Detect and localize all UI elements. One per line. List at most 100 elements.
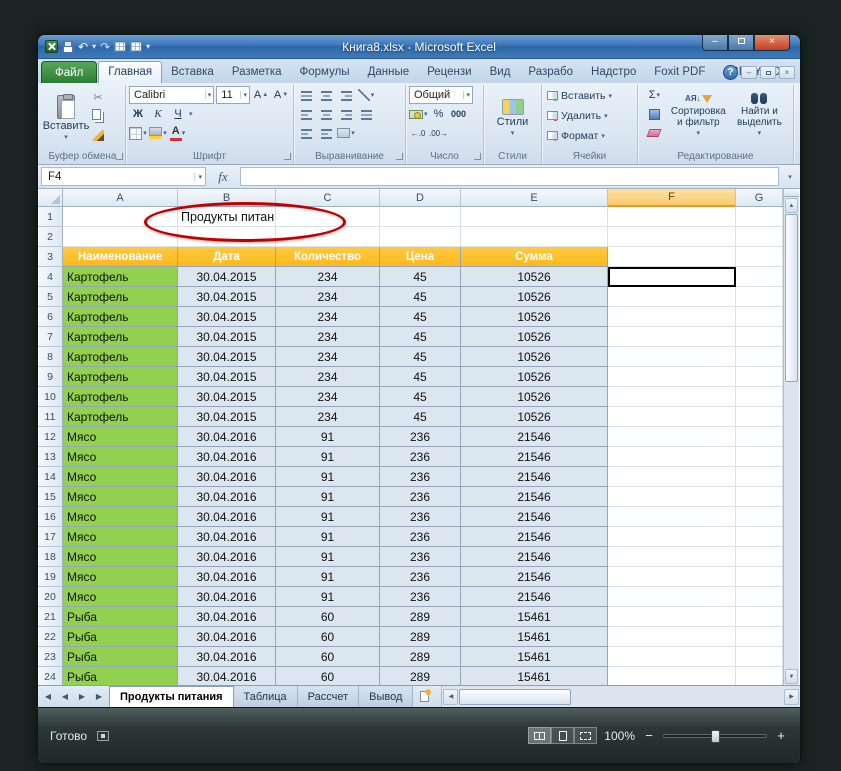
cell-G16[interactable] xyxy=(736,507,783,527)
workbook-close-icon[interactable]: × xyxy=(779,66,795,79)
cell-C16[interactable]: 91 xyxy=(276,507,380,527)
column-header-F[interactable]: F xyxy=(608,189,736,207)
cell-E13[interactable]: 21546 xyxy=(461,447,608,467)
scroll-right-icon[interactable]: ▶ xyxy=(784,689,799,705)
cell-F19[interactable] xyxy=(608,567,736,587)
name-box[interactable]: F4▾ xyxy=(41,167,206,186)
cell-G15[interactable] xyxy=(736,487,783,507)
cell-C3[interactable]: Количество xyxy=(276,247,380,267)
scroll-down-icon[interactable]: ▼ xyxy=(785,669,798,684)
cell-F11[interactable] xyxy=(608,407,736,427)
cell-A16[interactable]: Мясо xyxy=(63,507,178,527)
cell-F18[interactable] xyxy=(608,547,736,567)
cell-A20[interactable]: Мясо xyxy=(63,587,178,607)
row-header-2[interactable]: 2 xyxy=(38,227,63,247)
cell-A1[interactable] xyxy=(63,207,178,227)
cell-F4[interactable] xyxy=(608,267,736,287)
cell-B5[interactable]: 30.04.2015 xyxy=(178,287,276,307)
cell-D7[interactable]: 45 xyxy=(380,327,461,347)
row-header-18[interactable]: 18 xyxy=(38,547,63,567)
ribbon-tab-review[interactable]: Рецензи xyxy=(418,62,480,83)
cell-B2[interactable] xyxy=(178,227,276,247)
row-header-21[interactable]: 21 xyxy=(38,607,63,627)
cell-D11[interactable]: 45 xyxy=(380,407,461,427)
cell-E12[interactable]: 21546 xyxy=(461,427,608,447)
row-header-12[interactable]: 12 xyxy=(38,427,63,447)
clear-button[interactable] xyxy=(641,124,668,142)
cell-E10[interactable]: 10526 xyxy=(461,387,608,407)
cell-E9[interactable]: 10526 xyxy=(461,367,608,387)
cell-C15[interactable]: 91 xyxy=(276,487,380,507)
cell-B1[interactable]: Продукты питания xyxy=(178,207,276,227)
row-header-11[interactable]: 11 xyxy=(38,407,63,427)
cell-B7[interactable]: 30.04.2015 xyxy=(178,327,276,347)
ribbon-tab-foxit[interactable]: Foxit PDF xyxy=(645,62,714,83)
vertical-scroll-thumb[interactable] xyxy=(785,214,798,382)
select-all-button[interactable] xyxy=(38,189,63,207)
excel-logo-icon[interactable] xyxy=(45,40,58,53)
cell-G1[interactable] xyxy=(736,207,783,227)
dialog-launcher-icon[interactable] xyxy=(474,153,481,160)
accounting-format-button[interactable]: ▾ xyxy=(409,105,428,123)
font-size-select[interactable]: 11▾ xyxy=(216,86,250,104)
cell-C24[interactable]: 60 xyxy=(276,667,380,685)
cell-B14[interactable]: 30.04.2016 xyxy=(178,467,276,487)
cell-E21[interactable]: 15461 xyxy=(461,607,608,627)
undo-icon[interactable]: ↶ xyxy=(78,41,88,53)
horizontal-scroll-thumb[interactable] xyxy=(459,689,571,705)
cell-C14[interactable]: 91 xyxy=(276,467,380,487)
row-header-16[interactable]: 16 xyxy=(38,507,63,527)
cell-B18[interactable]: 30.04.2016 xyxy=(178,547,276,567)
zoom-slider-thumb[interactable] xyxy=(711,730,720,743)
cell-B8[interactable]: 30.04.2015 xyxy=(178,347,276,367)
cell-A5[interactable]: Картофель xyxy=(63,287,178,307)
cell-G4[interactable] xyxy=(736,267,783,287)
last-sheet-icon[interactable]: ▶ xyxy=(91,692,107,701)
format-cells-button[interactable]: Формат▾ xyxy=(545,126,634,145)
insert-sheet-button[interactable] xyxy=(413,686,435,707)
cell-D24[interactable]: 289 xyxy=(380,667,461,685)
cell-C21[interactable]: 60 xyxy=(276,607,380,627)
cell-A17[interactable]: Мясо xyxy=(63,527,178,547)
column-header-A[interactable]: A xyxy=(63,189,178,207)
cell-G21[interactable] xyxy=(736,607,783,627)
grow-font-button[interactable]: А▲ xyxy=(252,86,270,104)
cell-B23[interactable]: 30.04.2016 xyxy=(178,647,276,667)
column-header-B[interactable]: B xyxy=(178,189,276,207)
cell-D6[interactable]: 45 xyxy=(380,307,461,327)
align-middle-button[interactable] xyxy=(317,86,335,104)
cell-F21[interactable] xyxy=(608,607,736,627)
cut-button[interactable]: ✂ xyxy=(89,88,107,106)
page-layout-view-button[interactable] xyxy=(551,727,574,744)
cell-B15[interactable]: 30.04.2016 xyxy=(178,487,276,507)
cell-G8[interactable] xyxy=(736,347,783,367)
cell-D13[interactable]: 236 xyxy=(380,447,461,467)
cell-F23[interactable] xyxy=(608,647,736,667)
cell-B9[interactable]: 30.04.2015 xyxy=(178,367,276,387)
restore-button[interactable] xyxy=(728,35,754,51)
cell-G22[interactable] xyxy=(736,627,783,647)
decrease-indent-button[interactable] xyxy=(297,124,315,142)
number-format-select[interactable]: Общий▾ xyxy=(409,86,473,104)
cell-G20[interactable] xyxy=(736,587,783,607)
orientation-button[interactable]: ▾ xyxy=(357,86,375,104)
cell-A4[interactable]: Картофель xyxy=(63,267,178,287)
column-header-D[interactable]: D xyxy=(380,189,461,207)
cell-C17[interactable]: 91 xyxy=(276,527,380,547)
cell-E2[interactable] xyxy=(461,227,608,247)
row-header-23[interactable]: 23 xyxy=(38,647,63,667)
cell-A13[interactable]: Мясо xyxy=(63,447,178,467)
cell-G12[interactable] xyxy=(736,427,783,447)
percent-style-button[interactable]: % xyxy=(430,105,448,123)
cell-B3[interactable]: Дата xyxy=(178,247,276,267)
next-sheet-icon[interactable]: ▶ xyxy=(74,692,90,701)
cell-G23[interactable] xyxy=(736,647,783,667)
copy-button[interactable] xyxy=(89,107,107,125)
first-sheet-icon[interactable]: ◀ xyxy=(40,692,56,701)
row-header-22[interactable]: 22 xyxy=(38,627,63,647)
cell-F8[interactable] xyxy=(608,347,736,367)
font-name-select[interactable]: Calibri▾ xyxy=(129,86,214,104)
shrink-font-button[interactable]: А▼ xyxy=(272,86,290,104)
cell-B16[interactable]: 30.04.2016 xyxy=(178,507,276,527)
paste-button[interactable]: Вставить ▾ xyxy=(43,86,89,149)
